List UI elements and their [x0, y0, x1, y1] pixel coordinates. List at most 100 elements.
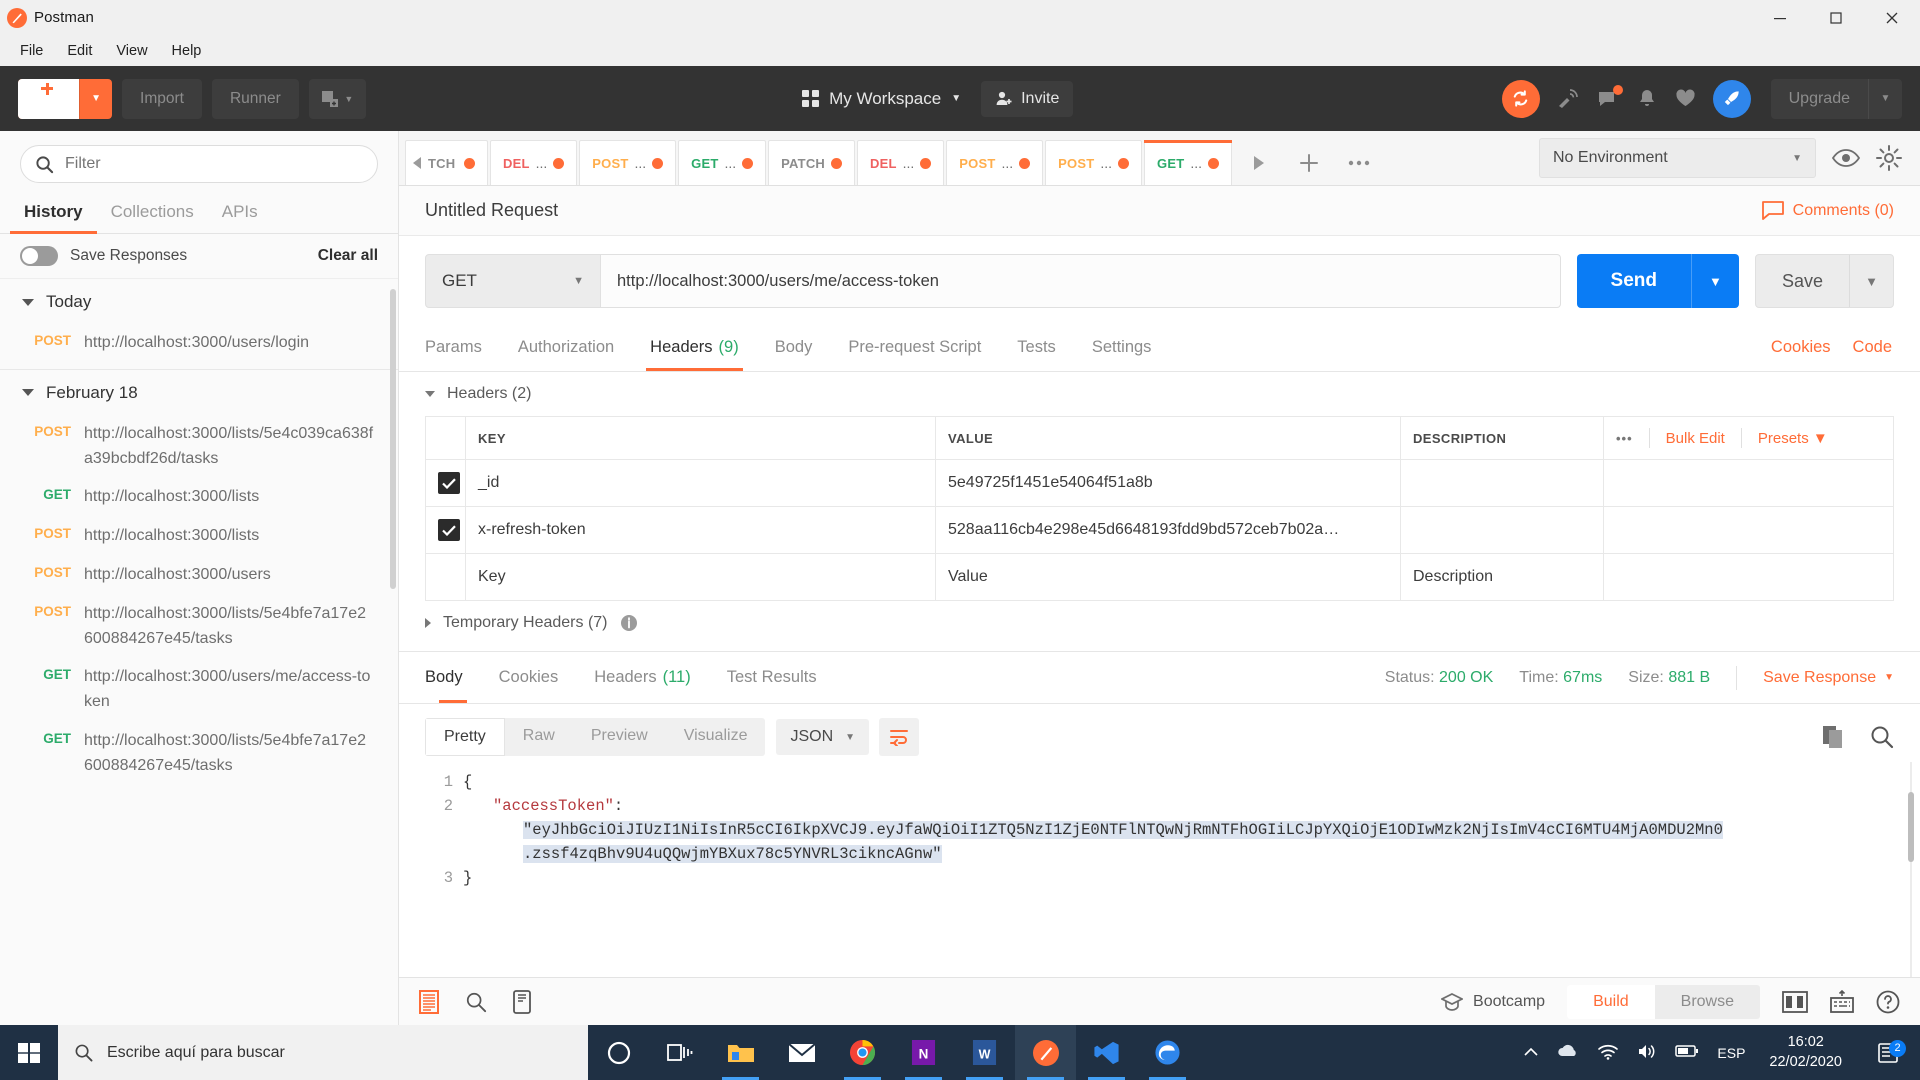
presets-link[interactable]: Presets ▼: [1758, 430, 1828, 447]
request-tab-active[interactable]: GET ...: [1144, 140, 1233, 185]
satellite-icon[interactable]: [1556, 87, 1580, 111]
task-view-icon[interactable]: [649, 1025, 710, 1080]
close-button[interactable]: [1864, 0, 1920, 35]
list-item[interactable]: GET http://localhost:3000/users/me/acces…: [0, 658, 398, 722]
word-icon[interactable]: W: [954, 1025, 1015, 1080]
filter-input[interactable]: [65, 155, 363, 173]
import-button[interactable]: Import: [122, 78, 202, 119]
tab-headers[interactable]: Headers (9): [632, 324, 757, 371]
tray-expand-icon[interactable]: [1523, 1045, 1539, 1061]
gear-icon[interactable]: [1876, 145, 1902, 171]
list-item[interactable]: POST http://localhost:3000/users: [0, 556, 398, 595]
bell-icon[interactable]: [1636, 88, 1658, 110]
upgrade-button[interactable]: Upgrade ▼: [1770, 78, 1902, 119]
table-row-placeholder[interactable]: Key Value Description: [425, 553, 1894, 601]
row-checkbox-cell[interactable]: [425, 459, 466, 507]
save-dropdown-caret[interactable]: ▼: [1849, 255, 1893, 307]
response-tab-test-results[interactable]: Test Results: [709, 652, 835, 703]
response-body-code[interactable]: 1 2 3 { "accessToken": "eyJhbGciOiJIUzI1…: [399, 762, 1920, 977]
view-mode-raw[interactable]: Raw: [505, 718, 573, 756]
two-pane-icon[interactable]: [1782, 990, 1808, 1013]
language-indicator[interactable]: ESP: [1717, 1045, 1745, 1061]
format-select[interactable]: JSON ▼: [776, 719, 870, 755]
build-button[interactable]: Build: [1567, 984, 1655, 1019]
new-dropdown-caret[interactable]: ▼: [79, 78, 112, 119]
save-responses-toggle[interactable]: [20, 246, 58, 266]
sidebar-tab-apis[interactable]: APIs: [208, 193, 272, 233]
maximize-button[interactable]: [1808, 0, 1864, 35]
start-button[interactable]: [0, 1025, 58, 1080]
bootcamp-button[interactable]: Bootcamp: [1441, 992, 1545, 1012]
sidebar-scrollbar[interactable]: [390, 289, 396, 589]
page-title[interactable]: Untitled Request: [425, 200, 1762, 221]
send-dropdown-caret[interactable]: ▼: [1690, 254, 1739, 308]
console-icon[interactable]: [419, 989, 439, 1014]
upgrade-caret-icon[interactable]: ▼: [1868, 78, 1902, 119]
menu-item-view[interactable]: View: [106, 39, 157, 63]
more-horizontal-icon[interactable]: •••: [1616, 431, 1633, 446]
request-tab[interactable]: PATCH: [768, 140, 856, 185]
word-wrap-button[interactable]: [879, 718, 920, 756]
request-tab[interactable]: GET ...: [678, 140, 767, 185]
bulk-edit-link[interactable]: Bulk Edit: [1666, 430, 1725, 447]
history-list[interactable]: Today POST http://localhost:3000/users/l…: [0, 279, 398, 1025]
vscode-icon[interactable]: [1076, 1025, 1137, 1080]
list-item[interactable]: POST http://localhost:3000/lists/5e4bfe7…: [0, 595, 398, 659]
save-response-button[interactable]: Save Response ▼: [1763, 669, 1894, 687]
header-key[interactable]: x-refresh-token: [465, 506, 936, 554]
tab-tests[interactable]: Tests: [999, 324, 1074, 371]
cortana-icon[interactable]: [588, 1025, 649, 1080]
row-checkbox-cell[interactable]: [425, 553, 466, 601]
browse-button[interactable]: Browse: [1655, 985, 1760, 1019]
new-header-value-input[interactable]: Value: [935, 553, 1401, 601]
new-tab-button[interactable]: [1284, 140, 1334, 185]
sidebar-tab-history[interactable]: History: [10, 193, 97, 234]
sync-icon[interactable]: [1501, 79, 1540, 118]
response-tab-body[interactable]: Body: [425, 652, 481, 703]
scroll-right-button[interactable]: [1234, 140, 1284, 185]
tab-body[interactable]: Body: [757, 324, 831, 371]
workspace-selector[interactable]: My Workspace ▼: [794, 83, 969, 115]
list-item[interactable]: POST http://localhost:3000/lists: [0, 517, 398, 556]
request-tab[interactable]: POST ...: [946, 140, 1044, 185]
table-row[interactable]: x-refresh-token 528aa116cb4e298e45d66481…: [425, 506, 1894, 554]
table-row[interactable]: _id 5e49725f1451e54064f51a8b: [425, 459, 1894, 507]
chrome-icon[interactable]: [832, 1025, 893, 1080]
tab-params[interactable]: Params: [425, 324, 500, 371]
list-item[interactable]: POST http://localhost:3000/lists/5e4c039…: [0, 415, 398, 479]
postman-taskbar-icon[interactable]: [1015, 1025, 1076, 1080]
save-button[interactable]: Save: [1756, 255, 1849, 307]
onenote-icon[interactable]: N: [893, 1025, 954, 1080]
new-header-description-input[interactable]: Description: [1400, 553, 1604, 601]
header-key[interactable]: _id: [465, 459, 936, 507]
menu-item-file[interactable]: File: [10, 39, 53, 63]
taskbar-search[interactable]: Escribe aquí para buscar: [58, 1025, 588, 1080]
tab-pre-request-script[interactable]: Pre-request Script: [830, 324, 999, 371]
history-group-february-18[interactable]: February 18: [0, 370, 398, 415]
invite-button[interactable]: Invite: [981, 80, 1074, 117]
header-description[interactable]: [1400, 506, 1604, 554]
request-tab[interactable]: POST ...: [1045, 140, 1143, 185]
new-button[interactable]: New ▼: [18, 78, 113, 119]
search-icon[interactable]: [1870, 725, 1894, 749]
heart-icon[interactable]: [1674, 87, 1697, 110]
view-mode-preview[interactable]: Preview: [573, 718, 666, 756]
mail-icon[interactable]: [771, 1025, 832, 1080]
header-value[interactable]: 5e49725f1451e54064f51a8b: [935, 459, 1401, 507]
list-item[interactable]: POST http://localhost:3000/users/login: [0, 324, 398, 363]
new-window-button[interactable]: ▼: [308, 78, 366, 119]
new-header-key-input[interactable]: Key: [465, 553, 936, 601]
checkbox-checked-icon[interactable]: [438, 472, 460, 494]
file-explorer-icon[interactable]: [710, 1025, 771, 1080]
keyboard-shortcut-icon[interactable]: [1830, 989, 1854, 1014]
sidebar-tab-collections[interactable]: Collections: [97, 193, 208, 233]
cookies-link[interactable]: Cookies: [1771, 338, 1831, 357]
filter-box[interactable]: [20, 145, 378, 183]
header-description[interactable]: [1400, 459, 1604, 507]
code-content[interactable]: { "accessToken": "eyJhbGciOiJIUzI1NiIsIn…: [463, 770, 1920, 977]
list-item[interactable]: GET http://localhost:3000/lists: [0, 478, 398, 517]
volume-icon[interactable]: [1637, 1043, 1657, 1063]
header-value[interactable]: 528aa116cb4e298e45d6648193fdd9bd572ceb7b…: [935, 506, 1401, 554]
mobile-icon[interactable]: [513, 989, 531, 1014]
response-tab-cookies[interactable]: Cookies: [481, 652, 577, 703]
